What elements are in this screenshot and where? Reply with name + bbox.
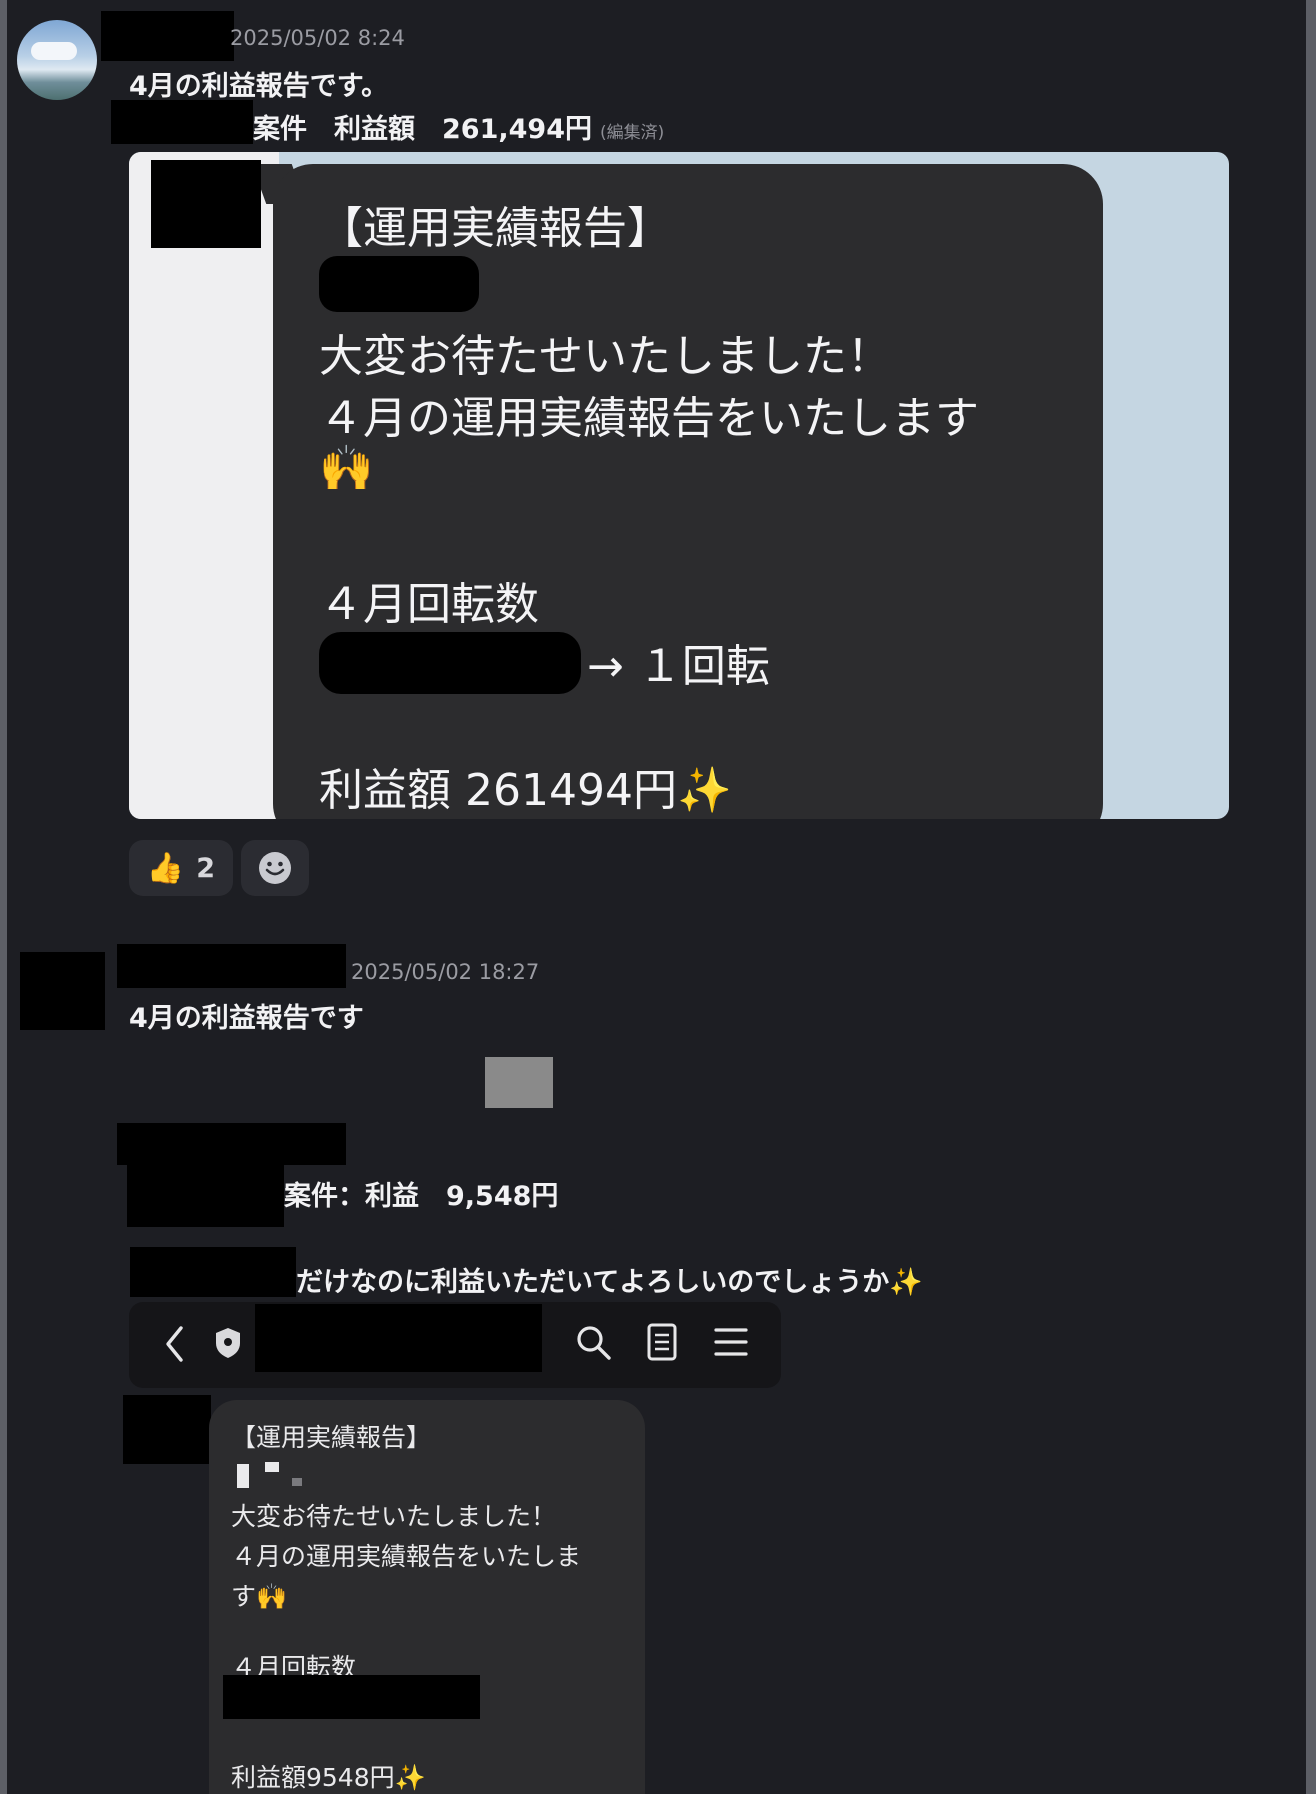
message-text: 4月の利益報告です [129,1003,364,1034]
redacted-name [319,256,479,312]
search-icon[interactable] [575,1324,613,1362]
report-title: 【運用実績報告】 [231,1423,432,1452]
report-line: ４月の運用実績報告をいたしま [231,1542,582,1571]
sparkles-icon: ✨ [394,1763,426,1792]
window-border-right [1306,0,1316,1794]
message-text-profit: 案件：利益 9,548円 [284,1181,559,1212]
redacted-text [117,1123,346,1165]
screenshot-background [129,152,279,819]
sparkles-icon: ✨ [889,1267,923,1298]
redaction-fragment [265,1462,279,1472]
reader-mode-icon[interactable] [646,1322,678,1362]
redacted-text [111,100,253,144]
reaction-count: 2 [196,852,216,884]
back-arrow-icon[interactable] [163,1324,185,1364]
report-line: 大変お待たせいたしました！ [231,1502,557,1531]
redacted-avatar [151,160,261,248]
message-timestamp: 2025/05/02 18:27 [351,960,540,984]
smiley-icon [259,852,291,884]
reaction-thumbs-up[interactable]: 👍 2 [129,840,233,896]
message-timestamp: 2025/05/02 8:24 [230,26,405,50]
sparkles-icon: ✨ [676,765,732,816]
edited-label: (編集済) [599,123,665,143]
redacted-avatar[interactable] [20,952,105,1030]
redacted-avatar [123,1395,211,1464]
add-reaction-button[interactable] [241,840,309,896]
report-heading: ４月回転数 [319,579,539,630]
image-placeholder [485,1057,553,1108]
report-rotation: → １回転 [587,641,770,692]
report-line: ４月の運用実績報告をいたします [319,393,979,444]
raised-hands-icon: 🙌 [319,443,374,494]
redaction-fragment [237,1464,249,1488]
redacted-username [101,11,234,61]
raised-hands-icon: 🙌 [256,1582,288,1611]
shared-screenshot[interactable]: 【運用実績報告】 大変お待たせいたしました！ ４月の運用実績報告をいたします 🙌… [129,152,1229,819]
report-line: 大変お待たせいたしました！ [319,331,891,382]
browser-toolbar [129,1302,781,1388]
report-title: 【運用実績報告】 [319,203,671,254]
shield-icon [216,1328,240,1358]
report-line: す🙌 [231,1582,288,1611]
menu-icon[interactable] [713,1326,749,1358]
redacted-url [255,1304,542,1372]
redacted-text [127,1162,284,1227]
report-profit: 利益額9548円✨ [231,1763,426,1792]
redaction-fragment [292,1478,302,1486]
redacted-username [117,944,346,988]
avatar[interactable] [17,20,97,100]
report-profit: 利益額 261494円✨ [319,765,732,816]
message-text: 4月の利益報告です。 [129,71,389,102]
message-text-question: だけなのに利益いただいてよろしいのでしょうか✨ [296,1267,923,1298]
message-text-profit: 案件 利益額 261,494円 (編集済) [253,114,665,145]
redacted-text [130,1247,296,1297]
thumbs-up-icon: 👍 [146,850,185,886]
redacted-text [223,1675,480,1719]
redacted-text [319,632,581,694]
window-border-left [0,0,7,1794]
